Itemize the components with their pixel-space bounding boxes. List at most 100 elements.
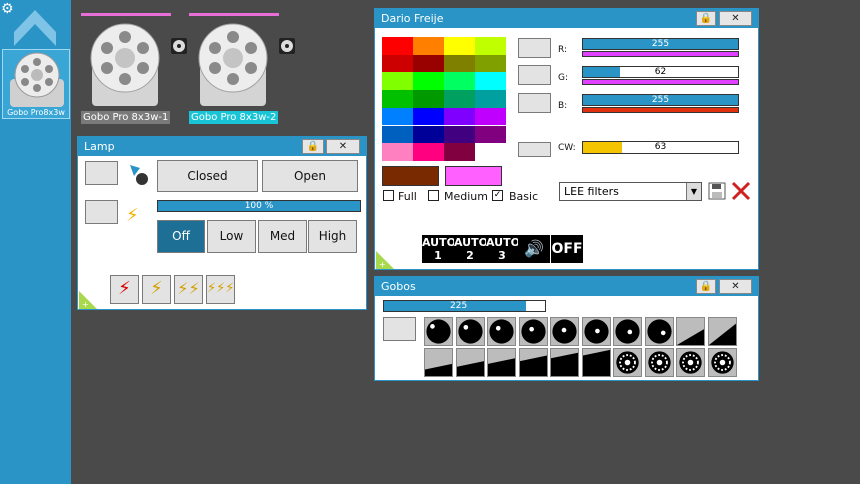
cw-preset-button[interactable] <box>518 142 551 157</box>
lock-icon[interactable]: 🔒 <box>302 139 324 154</box>
auto-1-button[interactable]: AUTO 1 <box>422 235 456 263</box>
r-preset-button[interactable] <box>518 38 551 58</box>
color-swatch[interactable] <box>382 125 413 144</box>
lamp-strike-off-icon[interactable]: ⚡ <box>110 275 139 304</box>
color-swatch[interactable] <box>475 54 506 73</box>
lamp-off-button[interactable]: Off <box>157 220 205 253</box>
g-slider[interactable]: 62 <box>582 66 739 78</box>
shutter-open-button[interactable]: Open <box>262 160 358 192</box>
b-preset-button[interactable] <box>518 93 551 113</box>
cw-slider[interactable]: 63 <box>582 141 739 154</box>
gobo-slot[interactable] <box>676 348 705 377</box>
lamp-high-button[interactable]: High <box>308 220 357 253</box>
gobo-slot[interactable] <box>581 317 611 346</box>
gobo-slot[interactable] <box>518 348 548 377</box>
lamp-med-button[interactable]: Med <box>258 220 307 253</box>
lamp-strike-3-icon[interactable]: ⚡⚡⚡ <box>206 275 235 304</box>
color-swatch[interactable] <box>413 125 444 144</box>
color-swatch[interactable] <box>444 37 475 55</box>
color-swatch[interactable] <box>382 54 413 73</box>
gobo-reset-button[interactable] <box>383 317 416 341</box>
color-swatch[interactable] <box>413 72 444 91</box>
filter-select[interactable]: LEE filters ▼ <box>559 182 702 201</box>
color-swatch[interactable] <box>444 54 475 73</box>
full-checkbox[interactable] <box>383 190 394 201</box>
basic-label: Basic <box>509 190 539 203</box>
auto-2-button[interactable]: AUTO 2 <box>454 235 488 263</box>
b-slider[interactable]: 255 <box>582 94 739 106</box>
close-icon[interactable]: ✕ <box>719 279 752 294</box>
gobo-slot[interactable] <box>487 348 516 377</box>
color-swatch[interactable] <box>475 90 506 108</box>
color-swatch[interactable] <box>475 125 506 144</box>
gobo-slot[interactable] <box>676 317 705 346</box>
lamp-strike-1-icon[interactable]: ⚡ <box>142 275 171 304</box>
gobo-slot[interactable] <box>424 348 453 377</box>
color-swatch[interactable] <box>444 90 475 108</box>
gobo-slot[interactable] <box>613 317 642 346</box>
color-swatch[interactable] <box>475 107 506 126</box>
auto-3-button[interactable]: AUTO 3 <box>486 235 520 263</box>
color-swatch[interactable] <box>382 90 413 108</box>
gobo-slot[interactable] <box>550 317 579 346</box>
color-swatch[interactable] <box>413 90 444 108</box>
gobo-slot[interactable] <box>707 317 737 346</box>
gobo-slot[interactable] <box>644 348 674 377</box>
color-swatch[interactable] <box>475 143 506 161</box>
color-grid <box>382 37 506 161</box>
shutter-closed-button[interactable]: Closed <box>157 160 258 192</box>
color-swatch[interactable] <box>413 143 444 161</box>
gobo-slot[interactable] <box>581 348 611 377</box>
fixture-card[interactable]: Gobo Pro 8x3w-2 <box>189 13 295 124</box>
lamp-reset-button[interactable] <box>85 161 118 185</box>
color-swatch[interactable] <box>413 54 444 73</box>
color-swatch[interactable] <box>382 37 413 55</box>
gobo-slot[interactable] <box>550 348 579 377</box>
color-swatch[interactable] <box>382 72 413 91</box>
gobo-slot[interactable] <box>644 317 674 346</box>
r-slider[interactable]: 255 <box>582 38 739 50</box>
g-preset-button[interactable] <box>518 65 551 85</box>
lamp-panel: Lamp 🔒 ✕ Closed Open ⚡ 100 % Off Low Med… <box>77 136 367 310</box>
lamp-strike-2-icon[interactable]: ⚡⚡ <box>174 275 203 304</box>
lamp-low-button[interactable]: Low <box>207 220 256 253</box>
chevron-down-icon[interactable]: ▼ <box>686 183 701 200</box>
save-icon[interactable] <box>708 182 726 200</box>
medium-checkbox[interactable] <box>428 190 439 201</box>
gobo-slot[interactable] <box>455 348 485 377</box>
close-icon[interactable]: ✕ <box>326 139 360 154</box>
lock-icon[interactable]: 🔒 <box>696 279 716 294</box>
color-swatch[interactable] <box>475 37 506 55</box>
delete-icon[interactable] <box>730 180 752 202</box>
sidebar-fixture-item[interactable]: Gobo Pro8x3w <box>2 49 70 119</box>
color-swatch[interactable] <box>382 143 413 161</box>
b-gradient-bar <box>582 107 739 113</box>
color-swatch[interactable] <box>382 107 413 126</box>
close-icon[interactable]: ✕ <box>719 11 752 26</box>
add-corner-icon[interactable]: + <box>376 251 394 269</box>
sound-icon[interactable]: 🔊 <box>518 235 550 263</box>
lamp-power-button[interactable] <box>85 200 118 224</box>
intensity-slider[interactable]: 100 % <box>157 200 361 212</box>
gobo-slider[interactable]: 225 <box>383 300 546 312</box>
gobo-slot[interactable] <box>455 317 485 346</box>
sidebar-fixture-label: Gobo Pro8x3w <box>7 108 65 117</box>
color-swatch[interactable] <box>413 37 444 55</box>
collapse-up-icon[interactable] <box>12 8 58 48</box>
color-swatch[interactable] <box>413 107 444 126</box>
color-swatch[interactable] <box>444 125 475 144</box>
color-swatch[interactable] <box>475 72 506 91</box>
fixture-card[interactable]: Gobo Pro 8x3w-1 <box>81 13 187 124</box>
basic-checkbox[interactable]: ✓ <box>492 190 503 201</box>
lock-icon[interactable]: 🔒 <box>696 11 716 26</box>
color-swatch[interactable] <box>444 107 475 126</box>
color-off-button[interactable]: OFF <box>551 235 583 263</box>
gobo-slot[interactable] <box>487 317 516 346</box>
color-swatch[interactable] <box>444 72 475 91</box>
add-corner-icon[interactable]: + <box>79 291 97 309</box>
color-swatch[interactable] <box>444 143 475 161</box>
gobo-slot[interactable] <box>424 317 453 346</box>
gobo-slot[interactable] <box>613 348 642 377</box>
gobo-slot[interactable] <box>707 348 737 377</box>
gobo-slot[interactable] <box>518 317 548 346</box>
